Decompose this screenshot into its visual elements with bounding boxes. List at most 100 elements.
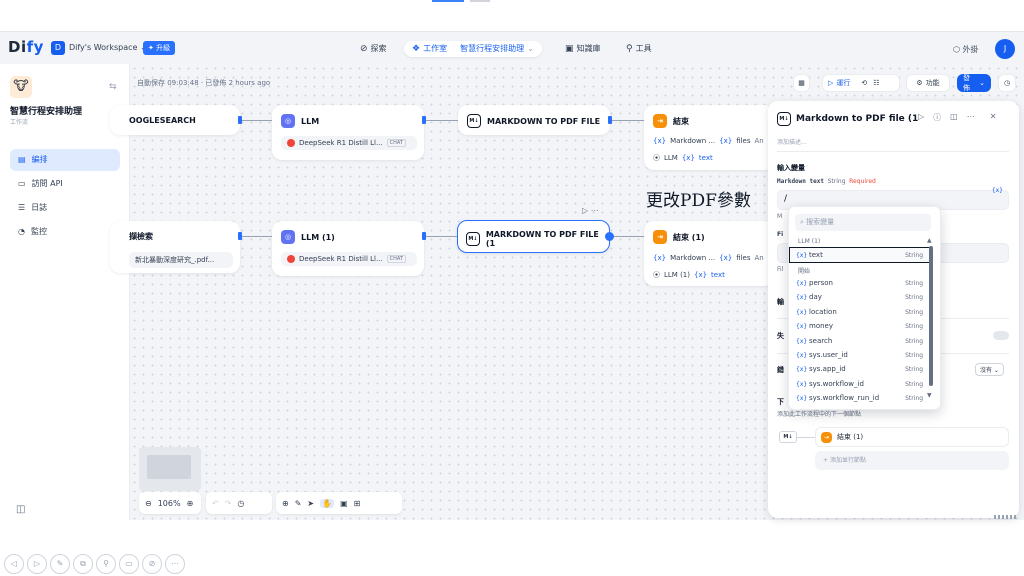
more-icon[interactable]: ⋯: [591, 206, 599, 215]
version-history-button[interactable]: ◷: [998, 74, 1016, 92]
scroll-down-icon[interactable]: ▼: [927, 392, 932, 399]
node-handle[interactable]: [238, 232, 242, 240]
retry-on-failure-label: 失: [777, 332, 784, 340]
panel-title: M↓ Markdown to PDF file (1: [777, 112, 918, 126]
node-handle[interactable]: [608, 116, 612, 124]
variable-type: String: [905, 322, 923, 330]
more-icon[interactable]: ⋯: [165, 554, 185, 574]
organize-icon[interactable]: ⊞: [354, 499, 361, 508]
plus-icon: +: [823, 457, 829, 464]
history-icon[interactable]: ⟲: [861, 79, 867, 87]
pointer-icon[interactable]: ➤: [307, 499, 314, 508]
app-icon: 🐮: [10, 76, 32, 98]
node-handle[interactable]: [422, 232, 426, 240]
add-next-node-handle[interactable]: [605, 232, 614, 241]
node-google-search[interactable]: OOGLESEARCH: [110, 105, 240, 135]
dropdown-scrollbar[interactable]: [929, 246, 933, 386]
variable-option[interactable]: {x} sys.workflow_id String: [790, 377, 929, 391]
run-step-icon[interactable]: ▷: [918, 112, 924, 123]
variable-option[interactable]: {x} text String: [789, 247, 930, 263]
undo-icon[interactable]: ↶: [212, 499, 219, 508]
variable-search-input[interactable]: ⌕ 搜索變量: [795, 214, 931, 231]
env-icon[interactable]: ☷: [873, 79, 879, 87]
panel-title-text[interactable]: Markdown to PDF file (1: [796, 114, 918, 124]
variable-option[interactable]: {x} person String: [790, 276, 929, 290]
collapse-sidebar-icon[interactable]: ⇆: [109, 82, 117, 92]
panel-resize-handle[interactable]: [994, 515, 1018, 519]
node-markdown-to-pdf[interactable]: M↓ MARKDOWN TO PDF FILE: [458, 105, 610, 135]
variable-option[interactable]: {x} search String: [790, 334, 929, 348]
add-node-icon[interactable]: ⊕: [282, 499, 289, 508]
close-icon[interactable]: ✕: [990, 112, 997, 123]
redo-icon[interactable]: ↷: [225, 499, 232, 508]
variable-insert-icon[interactable]: {x}: [992, 187, 1003, 194]
magnifier-icon[interactable]: ⚲: [96, 554, 116, 574]
node-handle[interactable]: [422, 116, 426, 124]
nav-studio[interactable]: ❖ 工作室 智慧行程安排助理 ⌄: [404, 41, 542, 57]
retry-toggle[interactable]: [993, 331, 1009, 340]
pen-icon[interactable]: ✎: [50, 554, 70, 574]
scroll-up-icon[interactable]: ▲: [927, 237, 932, 244]
variable-option[interactable]: {x} sys.app_id String: [790, 362, 929, 376]
zoom-level[interactable]: 106%: [158, 499, 181, 508]
split-view-icon[interactable]: ◫: [950, 112, 958, 123]
model-name: DeepSeek R1 Distill Ll...: [299, 139, 383, 147]
dify-logo[interactable]: Dify: [8, 38, 44, 56]
run-label[interactable]: 運行: [836, 78, 850, 88]
copy-icon[interactable]: ⧉: [73, 554, 93, 574]
workspace-badge[interactable]: D: [51, 41, 65, 55]
node-doc-extractor[interactable]: 擷檢索 新北暴動深度研究_.pdf...: [110, 221, 240, 273]
publish-button[interactable]: 發佈 ⌄: [957, 74, 991, 92]
workspace-switcher[interactable]: Dify's Workspace ⌄: [69, 43, 147, 52]
minimap[interactable]: [139, 447, 201, 491]
variable-option[interactable]: {x} sys.workflow_run_id String: [790, 391, 929, 405]
variable-option[interactable]: {x} day String: [790, 290, 929, 304]
sidebar-item-monitor[interactable]: ◔ 監控: [10, 221, 120, 243]
screen-icon[interactable]: ▭: [119, 554, 139, 574]
features-button[interactable]: ⚙ 功能: [906, 74, 950, 92]
current-app-breadcrumb[interactable]: 智慧行程安排助理: [460, 41, 524, 57]
forward-icon[interactable]: ▷: [27, 554, 47, 574]
var-name: Markdown ...: [670, 137, 716, 145]
back-icon[interactable]: ◁: [4, 554, 24, 574]
run-node-icon[interactable]: ▷: [582, 206, 588, 215]
more-icon[interactable]: ⋯: [967, 112, 975, 123]
node-llm-1[interactable]: ◎ LLM (1) DeepSeek R1 Distill Ll... CHAT: [272, 221, 424, 276]
next-node-card[interactable]: ⇥ 結束 (1): [815, 427, 1009, 447]
variable-option[interactable]: {x} location String: [790, 305, 929, 319]
zoom-in-icon[interactable]: ⊕: [187, 499, 194, 508]
node-title: 結束 (1): [673, 232, 705, 242]
nav-tools[interactable]: ⚲ 工具: [626, 41, 652, 57]
node-markdown-to-pdf-1[interactable]: M↓ MARKDOWN TO PDF FILE (1: [457, 220, 610, 253]
sidebar-layout-icon[interactable]: ◫: [16, 504, 25, 515]
play-icon[interactable]: ▷: [828, 79, 833, 87]
nav-knowledge-label: 知識庫: [576, 44, 601, 53]
info-icon[interactable]: ⓘ: [933, 112, 941, 123]
plugins-button[interactable]: ⬡ 外掛: [953, 44, 979, 55]
upgrade-button[interactable]: ✦ 升級: [143, 41, 176, 55]
node-end-1[interactable]: ⇥ 結束 (1) {x} Markdown ... {x} files An ⦿ LLM (…: [644, 221, 774, 286]
description-input[interactable]: 添加描述...: [777, 137, 807, 146]
node-llm[interactable]: ◎ LLM DeepSeek R1 Distill Ll... CHAT: [272, 105, 424, 160]
checklist-button[interactable]: ▦: [793, 74, 810, 92]
var-name: files: [736, 254, 751, 262]
nav-knowledge[interactable]: ▣ 知識庫: [565, 41, 601, 57]
error-handling-select[interactable]: 沒有 ⌄: [975, 363, 1004, 376]
export-image-icon[interactable]: ▣: [340, 499, 348, 508]
sidebar-item-orchestrate[interactable]: ▤ 編排: [10, 149, 120, 171]
add-note-icon[interactable]: ✎: [295, 499, 302, 508]
node-handle[interactable]: [238, 116, 242, 124]
user-avatar[interactable]: J: [995, 39, 1015, 59]
variable-option[interactable]: {x} money String: [790, 319, 929, 333]
sidebar-item-logs[interactable]: ☰ 日誌: [10, 197, 120, 219]
hide-icon[interactable]: ⊘: [142, 554, 162, 574]
add-parallel-node-button[interactable]: + 添加並行節點: [815, 451, 1009, 470]
hand-icon[interactable]: ✋: [320, 498, 335, 508]
nav-explore[interactable]: ⊘ 探索: [360, 41, 387, 57]
variable-option[interactable]: {x} sys.user_id String: [790, 348, 929, 362]
history-icon[interactable]: ◷: [237, 499, 244, 508]
zoom-out-icon[interactable]: ⊖: [145, 499, 152, 508]
node-end[interactable]: ⇥ 結束 {x} Markdown ... {x} files An ⦿ LLM {x} tex…: [644, 105, 774, 170]
tab-indicator: [432, 0, 464, 2]
sidebar-item-api[interactable]: ▭ 訪問 API: [10, 173, 120, 195]
